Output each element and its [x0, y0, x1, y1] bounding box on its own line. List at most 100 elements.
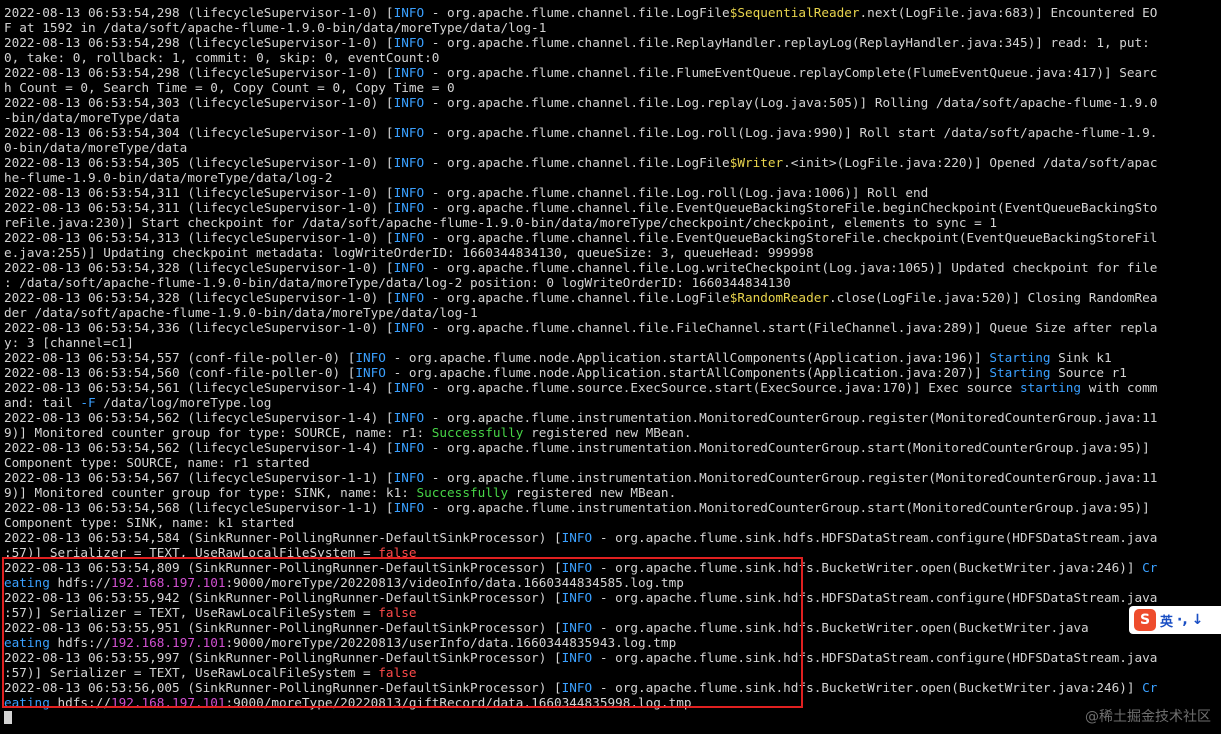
log-line: eating hdfs://192.168.197.101:9000/moreT…: [4, 695, 1214, 710]
log-segment: - org.apache.flume.channel.file.LogFile: [424, 290, 730, 305]
log-segment: .close(LogFile.java:520)] Closing Random…: [829, 290, 1158, 305]
ime-mode-label[interactable]: 英: [1160, 611, 1173, 630]
log-line: 2022-08-13 06:53:54,584 (SinkRunner-Poll…: [4, 530, 1214, 545]
log-line: 9)] Monitored counter group for type: SO…: [4, 425, 1214, 440]
ime-toolbar[interactable]: S 英 ·, ↓: [1129, 606, 1221, 634]
log-segment: hdfs://: [49, 635, 111, 650]
log-line: :57)] Serializer = TEXT, UseRawLocalFile…: [4, 545, 1214, 560]
log-line: 2022-08-13 06:53:54,328 (lifecycleSuperv…: [4, 290, 1214, 305]
log-line: 0, take: 0, rollback: 1, commit: 0, skip…: [4, 50, 1214, 65]
log-segment: 2022-08-13 06:53:54,568 (lifecycleSuperv…: [4, 500, 394, 515]
sogou-logo-icon[interactable]: S: [1134, 609, 1156, 631]
log-segment: registered new MBean.: [508, 485, 677, 500]
log-segment: $RandomReader: [729, 290, 829, 305]
log-line: 2022-08-13 06:53:54,328 (lifecycleSuperv…: [4, 260, 1214, 275]
log-segment: .<init>(LogFile.java:220)] Opened /data/…: [783, 155, 1158, 170]
log-segment: - org.apache.flume.channel.file.ReplayHa…: [424, 35, 1150, 50]
log-line: y: 3 [channel=c1]: [4, 335, 1214, 350]
log-line: 2022-08-13 06:53:54,298 (lifecycleSuperv…: [4, 5, 1214, 20]
log-line: he-flume-1.9.0-bin/data/moreType/data/lo…: [4, 170, 1214, 185]
log-segment: - org.apache.flume.sink.hdfs.BucketWrite…: [592, 560, 1143, 575]
log-line: 2022-08-13 06:53:54,560 (conf-file-polle…: [4, 365, 1214, 380]
log-segment: - org.apache.flume.source.ExecSource.sta…: [424, 380, 1020, 395]
log-segment: - org.apache.flume.sink.hdfs.HDFSDataStr…: [592, 530, 1158, 545]
log-segment: - org.apache.flume.sink.hdfs.BucketWrite…: [592, 620, 1089, 635]
log-segment: $SequentialReader: [729, 5, 860, 20]
terminal-cursor: [4, 711, 12, 724]
log-segment: 2022-08-13 06:53:54,562 (lifecycleSuperv…: [4, 440, 394, 455]
log-line: :57)] Serializer = TEXT, UseRawLocalFile…: [4, 665, 1214, 680]
log-segment: - org.apache.flume.channel.file.FlumeEve…: [424, 65, 1158, 80]
log-segment: 2022-08-13 06:53:54,311 (lifecycleSuperv…: [4, 185, 394, 200]
log-segment: 192.168.197.101: [110, 575, 226, 590]
log-segment: 9)] Monitored counter group for type: SO…: [4, 425, 432, 440]
log-segment: INFO: [561, 650, 593, 665]
log-line: 2022-08-13 06:53:54,304 (lifecycleSuperv…: [4, 125, 1214, 140]
log-segment: INFO: [393, 65, 425, 80]
log-segment: h Count = 0, Search Time = 0, Copy Count…: [4, 80, 455, 95]
log-segment: - org.apache.flume.sink.hdfs.BucketWrite…: [592, 680, 1143, 695]
log-line: 2022-08-13 06:53:54,568 (lifecycleSuperv…: [4, 500, 1214, 515]
log-segment: INFO: [355, 365, 386, 380]
log-segment: 2022-08-13 06:53:54,584 (SinkRunner-Poll…: [4, 530, 562, 545]
log-line: 2022-08-13 06:53:56,005 (SinkRunner-Poll…: [4, 680, 1214, 695]
log-segment: 192.168.197.101: [110, 635, 226, 650]
log-segment: hdfs://: [49, 695, 111, 710]
log-segment: :9000/moreType/20220813/userInfo/data.16…: [225, 635, 677, 650]
log-segment: 2022-08-13 06:53:54,311 (lifecycleSuperv…: [4, 200, 394, 215]
log-segment: 2022-08-13 06:53:54,298 (lifecycleSuperv…: [4, 35, 394, 50]
log-segment: 9)] Monitored counter group for type: SI…: [4, 485, 417, 500]
log-line: 2022-08-13 06:53:54,809 (SinkRunner-Poll…: [4, 560, 1214, 575]
log-line: 2022-08-13 06:53:54,311 (lifecycleSuperv…: [4, 200, 1214, 215]
log-line: 2022-08-13 06:53:54,298 (lifecycleSuperv…: [4, 65, 1214, 80]
log-segment: INFO: [393, 95, 425, 110]
log-line: 2022-08-13 06:53:54,336 (lifecycleSuperv…: [4, 320, 1214, 335]
log-line: Component type: SINK, name: k1 started: [4, 515, 1214, 530]
log-segment: INFO: [393, 290, 425, 305]
log-segment: Component type: SOURCE, name: r1 started: [4, 455, 310, 470]
log-segment: INFO: [393, 440, 425, 455]
log-line: F at 1592 in /data/soft/apache-flume-1.9…: [4, 20, 1214, 35]
log-segment: Component type: SINK, name: k1 started: [4, 515, 295, 530]
log-segment: 0, take: 0, rollback: 1, commit: 0, skip…: [4, 50, 440, 65]
log-segment: 0-bin/data/moreType/data: [4, 140, 188, 155]
log-line: 2022-08-13 06:53:54,298 (lifecycleSuperv…: [4, 35, 1214, 50]
log-segment: - org.apache.flume.channel.file.LogFile: [424, 5, 730, 20]
log-line: 9)] Monitored counter group for type: SI…: [4, 485, 1214, 500]
log-segment: eating: [4, 575, 50, 590]
log-segment: 2022-08-13 06:53:54,328 (lifecycleSuperv…: [4, 290, 394, 305]
log-segment: INFO: [561, 530, 593, 545]
log-segment: 2022-08-13 06:53:54,304 (lifecycleSuperv…: [4, 125, 394, 140]
ime-extra-icon[interactable]: ↓: [1192, 612, 1204, 628]
log-segment: false: [378, 545, 417, 560]
log-line: : /data/soft/apache-flume-1.9.0-bin/data…: [4, 275, 1214, 290]
log-segment: hdfs://: [49, 575, 111, 590]
log-line: 2022-08-13 06:53:54,311 (lifecycleSuperv…: [4, 185, 1214, 200]
log-segment: 2022-08-13 06:53:54,562 (lifecycleSuperv…: [4, 410, 394, 425]
log-segment: - org.apache.flume.channel.file.LogFile: [424, 155, 730, 170]
log-segment: INFO: [393, 260, 425, 275]
log-line: 2022-08-13 06:53:54,562 (lifecycleSuperv…: [4, 410, 1214, 425]
log-line: 2022-08-13 06:53:54,305 (lifecycleSuperv…: [4, 155, 1214, 170]
log-segment: Sink k1: [1050, 350, 1112, 365]
log-segment: and: tail: [4, 395, 81, 410]
ime-punct-icon[interactable]: ·,: [1177, 612, 1188, 628]
log-segment: - org.apache.flume.instrumentation.Monit…: [424, 440, 1150, 455]
log-segment: 2022-08-13 06:53:54,336 (lifecycleSuperv…: [4, 320, 394, 335]
log-segment: - org.apache.flume.sink.hdfs.HDFSDataStr…: [592, 590, 1158, 605]
log-segment: 192.168.197.101: [110, 695, 226, 710]
log-segment: der /data/soft/apache-flume-1.9.0-bin/da…: [4, 305, 478, 320]
log-segment: :57)] Serializer = TEXT, UseRawLocalFile…: [4, 545, 379, 560]
log-segment: registered new MBean.: [523, 425, 692, 440]
log-segment: 2022-08-13 06:53:55,942 (SinkRunner-Poll…: [4, 590, 562, 605]
log-segment: Successfully: [431, 425, 524, 440]
log-line: h Count = 0, Search Time = 0, Copy Count…: [4, 80, 1214, 95]
log-segment: starting: [1019, 380, 1082, 395]
log-line: Component type: SOURCE, name: r1 started: [4, 455, 1214, 470]
log-segment: 2022-08-13 06:53:54,328 (lifecycleSuperv…: [4, 260, 394, 275]
log-segment: INFO: [561, 620, 593, 635]
log-segment: eating: [4, 635, 50, 650]
log-segment: - org.apache.flume.node.Application.star…: [385, 350, 990, 365]
log-segment: INFO: [561, 560, 593, 575]
log-segment: :9000/moreType/20220813/giftRecord/data.…: [225, 695, 692, 710]
